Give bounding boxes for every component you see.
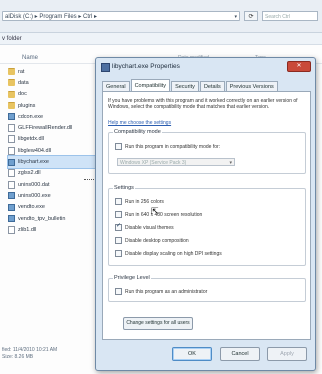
settings-option-label: Disable desktop composition (125, 237, 189, 244)
file-name: cdcon.exe (18, 113, 44, 120)
checkbox[interactable] (115, 143, 122, 150)
folder-icon (8, 68, 15, 76)
file-list: rat data doc plugins cdcon.exe GLFFirewallRen… (7, 66, 99, 235)
file-row[interactable]: zglss2.dll (8, 168, 98, 179)
refresh-icon[interactable]: ⟳ (244, 11, 258, 21)
file-row[interactable]: zlib1.dll (8, 224, 98, 235)
settings-option[interactable]: Run in 256 colors (115, 198, 164, 205)
settings-option-label: Disable visual themes (125, 224, 174, 231)
address-bar[interactable]: alDisk (C:) ▸ Program Files ▸ Ctrl ▸ ▾ (2, 11, 240, 21)
file-row[interactable]: doc (8, 89, 98, 100)
dll-icon (8, 180, 15, 189)
file-name: plugins (18, 102, 36, 109)
dialog-title: libychart.exe Properties (112, 63, 180, 70)
file-row[interactable]: rat (8, 66, 98, 77)
file-name: zlib1.dll (18, 226, 37, 233)
compatibility-panel: If you have problems with this program a… (102, 91, 311, 340)
dll-icon (8, 124, 15, 133)
file-row[interactable]: vendto.exe (8, 202, 98, 213)
apply-button[interactable]: Apply (267, 347, 307, 361)
settings-option[interactable]: Disable visual themes (115, 222, 174, 231)
change-settings-all-users-button[interactable]: Change settings for all users (123, 317, 193, 330)
file-row[interactable]: libglew404.dll (8, 145, 98, 156)
file-name: rat (18, 68, 25, 75)
search-input[interactable]: Search Ctrl (262, 11, 318, 21)
settings-option-label: Run in 256 colors (125, 198, 164, 205)
folder-icon (8, 90, 15, 98)
settings-option[interactable]: Disable desktop composition (115, 237, 189, 244)
dll-icon (8, 135, 15, 144)
search-placeholder: Search Ctrl (265, 14, 291, 20)
admin-label: Run this program as an administrator (125, 288, 208, 295)
chevron-down-icon[interactable]: ▾ (234, 12, 237, 20)
column-name[interactable]: Name (22, 54, 38, 63)
file-name: libychart.exe (18, 159, 49, 166)
exe-icon (8, 158, 15, 166)
checkbox[interactable] (115, 288, 122, 295)
exe-icon (8, 192, 15, 200)
cancel-button[interactable]: Cancel (220, 347, 260, 361)
dll-icon (8, 169, 15, 178)
settings-option[interactable]: Disable display scaling on high DPI sett… (115, 250, 222, 257)
admin-checkbox[interactable]: Run this program as an administrator (115, 288, 207, 295)
file-name: GLFFirewallRender.dll (18, 125, 73, 132)
dll-icon (8, 146, 15, 155)
file-row[interactable]: unins000.exe (8, 190, 98, 201)
file-name: unins000.dat (18, 181, 50, 188)
file-name: libgetdx.dll (18, 136, 44, 143)
settings-option-label: Disable display scaling on high DPI sett… (125, 250, 222, 257)
toolbar-new-folder[interactable]: v folder (2, 36, 22, 42)
file-row[interactable]: unins000.dat (8, 179, 98, 190)
dialog-titlebar[interactable]: libychart.exe Properties ✕ (96, 58, 315, 75)
checkbox[interactable] (115, 237, 122, 244)
file-name: libglew404.dll (18, 147, 52, 154)
file-row[interactable]: cdcon.exe (8, 111, 98, 122)
privilege-group: Privilege Level Run this program as an a… (108, 275, 306, 302)
settings-group: Settings Run in 256 colors Run in 640 x 4… (108, 185, 306, 266)
compat-mode-value: Windows XP (Service Pack 3) (120, 160, 187, 166)
help-link[interactable]: Help me choose the settings (108, 120, 171, 126)
properties-dialog: libychart.exe Properties ✕ General Compat… (95, 57, 316, 371)
compat-mode-group: Compatibility mode Run this program in c… (108, 129, 306, 174)
exe-icon (8, 113, 15, 121)
file-name: zglss2.dll (18, 170, 41, 177)
toolbar: v folder (0, 33, 322, 45)
file-name: doc (18, 91, 27, 98)
file-row[interactable]: data (8, 77, 98, 88)
intro-text: If you have problems with this program a… (108, 98, 298, 111)
compat-mode-checkbox[interactable]: Run this program in compatibility mode f… (115, 143, 220, 150)
dll-icon (8, 225, 15, 234)
privilege-legend: Privilege Level (113, 275, 151, 282)
file-name: vendto_tpv_bulletin (18, 215, 66, 222)
file-row[interactable]: libychart.exe (7, 155, 99, 169)
file-name: data (18, 79, 29, 86)
file-name: unins000.exe (18, 192, 51, 199)
file-row[interactable]: vendto_tpv_bulletin (8, 213, 98, 224)
address-row: alDisk (C:) ▸ Program Files ▸ Ctrl ▸ ▾ ⟳… (0, 0, 322, 33)
folder-icon (8, 102, 15, 110)
settings-legend: Settings (113, 185, 135, 192)
address-path: alDisk (C:) ▸ Program Files ▸ Ctrl ▸ (5, 14, 98, 20)
tab-strip: General Compatibility Security Details Previ… (102, 79, 279, 92)
chevron-down-icon: ▾ (229, 160, 232, 166)
file-name: vendto.exe (18, 204, 45, 211)
mouse-cursor-icon: ⇱ (151, 206, 159, 216)
app-icon (101, 63, 110, 72)
file-row[interactable]: libgetdx.dll (8, 134, 98, 145)
compat-mode-select[interactable]: Windows XP (Service Pack 3) ▾ (117, 158, 235, 166)
compat-mode-legend: Compatibility mode (113, 129, 162, 136)
file-row[interactable]: GLFFirewallRender.dll (8, 122, 98, 133)
ok-button[interactable]: OK (172, 347, 212, 361)
exe-icon (8, 203, 15, 211)
checkbox[interactable] (115, 222, 122, 231)
settings-option-label: Run in 640 x 480 screen resolution (125, 211, 203, 218)
checkbox[interactable] (115, 211, 122, 218)
checkbox[interactable] (115, 198, 122, 205)
file-row[interactable]: plugins (8, 100, 98, 111)
compat-mode-label: Run this program in compatibility mode f… (125, 143, 221, 150)
folder-icon (8, 79, 15, 87)
checkbox[interactable] (115, 250, 122, 257)
close-icon[interactable]: ✕ (287, 61, 311, 72)
exe-icon (8, 215, 15, 222)
